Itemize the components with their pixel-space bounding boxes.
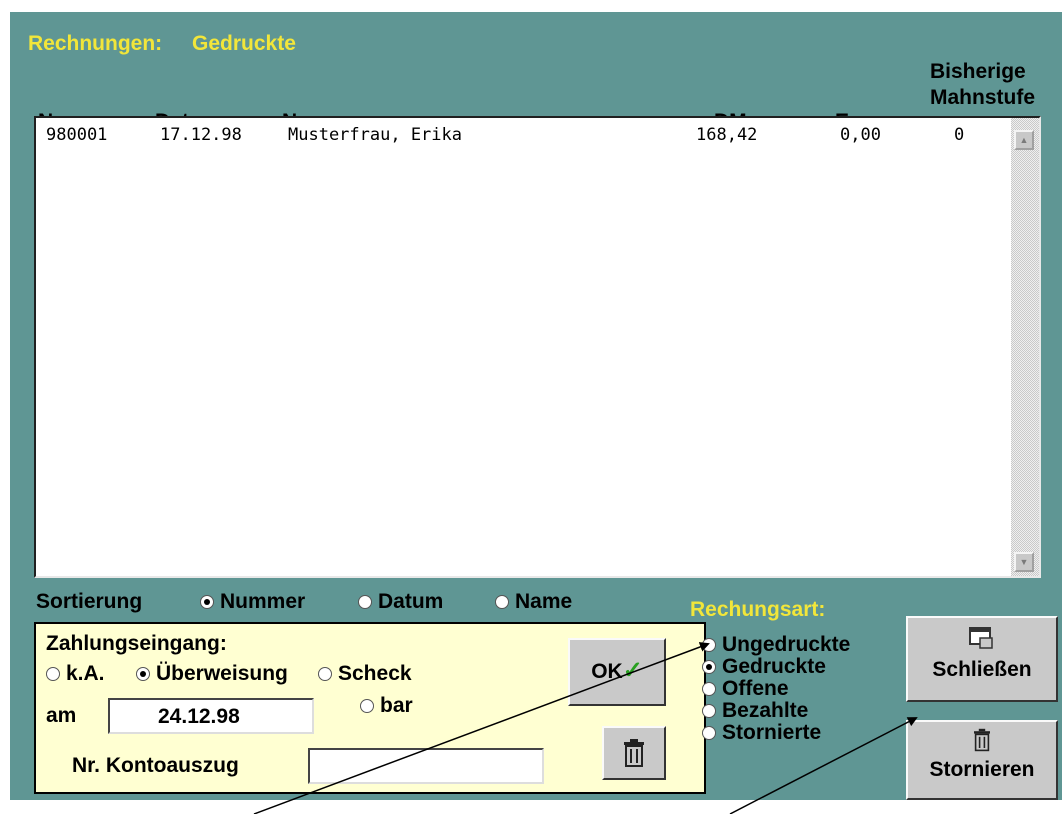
payment-panel: Zahlungseingang: k.A. Überweisung Scheck… <box>34 622 706 794</box>
radio-selected-icon[interactable] <box>702 660 716 675</box>
radio-icon[interactable] <box>495 595 509 610</box>
cell-name: Musterfrau, Erika <box>288 125 462 145</box>
ok-button-label: OK <box>591 660 623 683</box>
invoice-list[interactable]: 980001 17.12.98 Musterfrau, Erika 168,42… <box>34 116 1041 578</box>
payment-label: Zahlungseingang: <box>46 632 227 655</box>
invoice-type-stornierte[interactable]: Stornierte <box>702 722 821 744</box>
invoice-type-label: Rechungsart: <box>690 598 826 621</box>
radio-icon[interactable] <box>702 704 716 719</box>
delete-button[interactable] <box>602 726 666 780</box>
list-scrollbar[interactable]: ▲ ▼ <box>1011 118 1039 576</box>
sort-option-datum[interactable]: Datum <box>358 590 443 614</box>
invoice-type-ungedruckte[interactable]: Ungedruckte <box>702 634 850 656</box>
window-close-icon <box>969 627 993 649</box>
radio-selected-icon[interactable] <box>200 595 214 610</box>
checkmark-icon: ✓ <box>622 657 643 684</box>
close-button-label: Schließen <box>932 658 1032 681</box>
sort-label: Sortierung <box>36 590 143 613</box>
cancel-invoice-button-label: Stornieren <box>929 758 1035 781</box>
radio-icon[interactable] <box>358 595 372 610</box>
ok-button[interactable]: OK✓ <box>568 638 666 706</box>
sort-option-name[interactable]: Name <box>495 590 572 614</box>
cell-dm: 168,42 <box>696 125 758 145</box>
column-header-mahnstufe-line2[interactable]: Mahnstufe <box>930 86 1035 110</box>
invoice-type-offene[interactable]: Offene <box>702 678 789 700</box>
cell-euro: 0,00 <box>840 125 881 145</box>
account-field[interactable] <box>308 748 544 784</box>
cancel-invoice-button[interactable]: Stornieren <box>906 720 1058 800</box>
account-label: Nr. Kontoauszug <box>72 754 239 777</box>
radio-icon[interactable] <box>360 699 374 714</box>
radio-selected-icon[interactable] <box>136 667 150 682</box>
cell-mahnstufe: 0 <box>954 125 965 145</box>
payment-option-ueberweisung[interactable]: Überweisung <box>136 662 288 686</box>
radio-icon[interactable] <box>318 667 332 682</box>
window-title-filter: Gedruckte <box>192 32 296 55</box>
close-button[interactable]: Schließen <box>906 616 1058 702</box>
invoice-type-bezahlte[interactable]: Bezahlte <box>702 700 808 722</box>
radio-icon[interactable] <box>46 667 60 682</box>
date-label: am <box>46 704 77 727</box>
radio-icon[interactable] <box>702 682 716 697</box>
date-field-value: 24.12.98 <box>158 705 240 728</box>
scroll-up-button[interactable]: ▲ <box>1014 130 1034 150</box>
window-title-label: Rechnungen: <box>28 32 163 55</box>
invoice-type-gedruckte[interactable]: Gedruckte <box>702 656 826 678</box>
payment-option-scheck[interactable]: Scheck <box>318 662 412 686</box>
date-field[interactable]: 24.12.98 <box>108 698 314 734</box>
cell-nummer: 980001 <box>46 125 108 145</box>
scroll-down-button[interactable]: ▼ <box>1014 552 1034 572</box>
radio-icon[interactable] <box>702 726 716 741</box>
trash-icon <box>624 739 644 767</box>
payment-option-ka[interactable]: k.A. <box>46 662 105 686</box>
sort-option-nummer[interactable]: Nummer <box>200 590 305 614</box>
column-header-mahnstufe-line1: Bisherige <box>930 60 1026 83</box>
invoice-window: Rechnungen: Gedruckte Nummer Datum Name … <box>10 12 1062 800</box>
payment-option-bar[interactable]: bar <box>360 694 413 718</box>
cell-datum: 17.12.98 <box>160 125 242 145</box>
radio-icon[interactable] <box>702 638 716 653</box>
trash-icon <box>974 728 990 752</box>
table-row[interactable]: 980001 17.12.98 Musterfrau, Erika 168,42… <box>36 118 1006 146</box>
